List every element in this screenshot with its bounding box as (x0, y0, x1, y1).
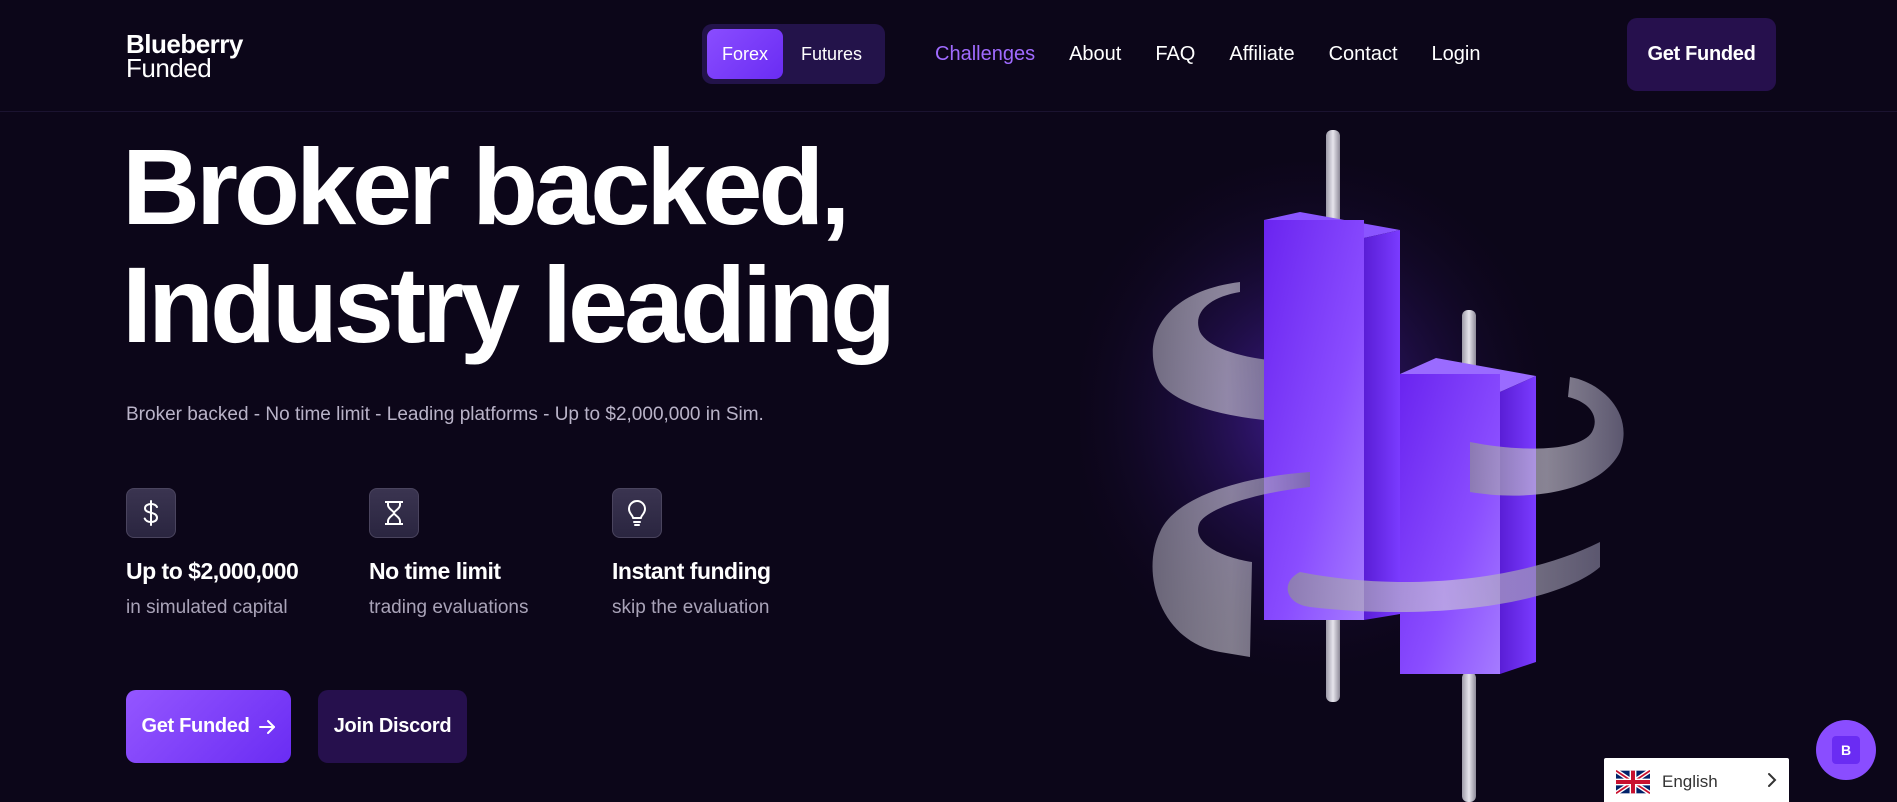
feature-time-subtitle: trading evaluations (369, 597, 529, 618)
hero-title-line2: Industry leading (122, 244, 896, 365)
hero-title-line1: Broker backed, (122, 126, 850, 247)
feature-funding: Instant funding skip the evaluation (612, 488, 855, 619)
uk-flag-icon (1616, 770, 1650, 794)
brand-logo[interactable]: Blueberry Funded (126, 31, 243, 83)
feature-funding-subtitle: skip the evaluation (612, 597, 770, 618)
toggle-futures[interactable]: Futures (783, 29, 880, 79)
dollar-icon (126, 488, 176, 538)
feature-time-title: No time limit (369, 558, 501, 584)
toggle-forex[interactable]: Forex (707, 29, 783, 79)
chat-widget-label: B (1832, 736, 1860, 764)
feature-list: Up to $2,000,000 in simulated capital No… (126, 488, 855, 619)
main-nav: Challenges About FAQ Affiliate Contact L… (935, 40, 1514, 68)
feature-capital-subtitle: in simulated capital (126, 597, 288, 618)
feature-capital: Up to $2,000,000 in simulated capital (126, 488, 369, 619)
hourglass-icon (369, 488, 419, 538)
language-selector[interactable]: English (1604, 758, 1789, 802)
get-funded-button-label: Get Funded (141, 715, 250, 737)
brand-logo-line2: Funded (126, 53, 212, 83)
market-toggle: Forex Futures (702, 24, 885, 84)
arrow-right-icon (258, 719, 275, 734)
header-get-funded-button[interactable]: Get Funded (1627, 18, 1776, 91)
language-label: English (1662, 772, 1718, 791)
nav-contact[interactable]: Contact (1329, 40, 1398, 68)
site-header: Blueberry Funded Forex Futures Challenge… (0, 0, 1897, 112)
nav-about[interactable]: About (1069, 40, 1121, 68)
feature-capital-title: Up to $2,000,000 (126, 558, 299, 584)
feature-time: No time limit trading evaluations (369, 488, 612, 619)
nav-challenges[interactable]: Challenges (935, 40, 1035, 68)
join-discord-button[interactable]: Join Discord (318, 690, 467, 763)
candlestick-illustration (1080, 130, 1624, 802)
hero-subtitle: Broker backed - No time limit - Leading … (126, 404, 764, 425)
nav-login[interactable]: Login (1432, 40, 1481, 68)
hero-title: Broker backed, Industry leading (122, 126, 896, 365)
chevron-right-icon (1768, 773, 1777, 787)
feature-funding-title: Instant funding (612, 558, 771, 584)
lightbulb-icon (612, 488, 662, 538)
get-funded-button[interactable]: Get Funded (126, 690, 291, 763)
chat-widget-button[interactable]: B (1816, 720, 1876, 780)
nav-faq[interactable]: FAQ (1155, 40, 1195, 68)
nav-affiliate[interactable]: Affiliate (1229, 40, 1294, 68)
